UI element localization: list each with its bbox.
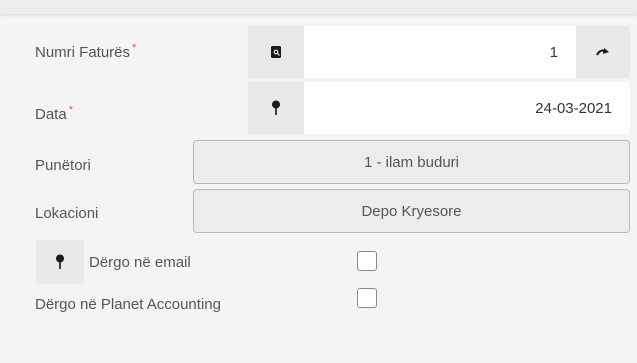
pin-icon xyxy=(272,100,280,115)
date-value: 24-03-2021 xyxy=(535,99,612,117)
send-email-label: Dërgo në email xyxy=(89,254,191,271)
redo-icon xyxy=(596,48,609,56)
employee-value: 1 - ilam buduri xyxy=(363,153,460,171)
date-input[interactable]: 24-03-2021 xyxy=(304,82,630,134)
send-planet-label: Dërgo në Planet Accounting xyxy=(35,296,221,313)
invoice-redo-button[interactable] xyxy=(576,26,630,78)
date-label: Data * xyxy=(35,104,73,123)
search-doc-icon xyxy=(271,46,281,58)
send-email-checkbox[interactable] xyxy=(357,251,377,271)
invoice-number-value: 1 xyxy=(549,43,558,61)
invoice-number-input[interactable]: 1 xyxy=(304,26,576,78)
invoice-search-button[interactable] xyxy=(248,26,304,78)
date-picker-button[interactable] xyxy=(248,82,304,134)
top-bar xyxy=(0,0,637,14)
email-pin-button[interactable] xyxy=(36,240,84,284)
send-planet-checkbox[interactable] xyxy=(357,288,377,308)
employee-label: Punëtori xyxy=(35,157,91,174)
location-label: Lokacioni xyxy=(35,205,99,222)
location-select[interactable]: Depo Kryesore xyxy=(193,189,630,233)
invoice-number-label: Numri Faturës * xyxy=(35,42,137,61)
employee-select[interactable]: 1 - ilam buduri xyxy=(193,140,630,184)
pin-icon xyxy=(56,254,64,269)
location-value: Depo Kryesore xyxy=(361,202,462,220)
